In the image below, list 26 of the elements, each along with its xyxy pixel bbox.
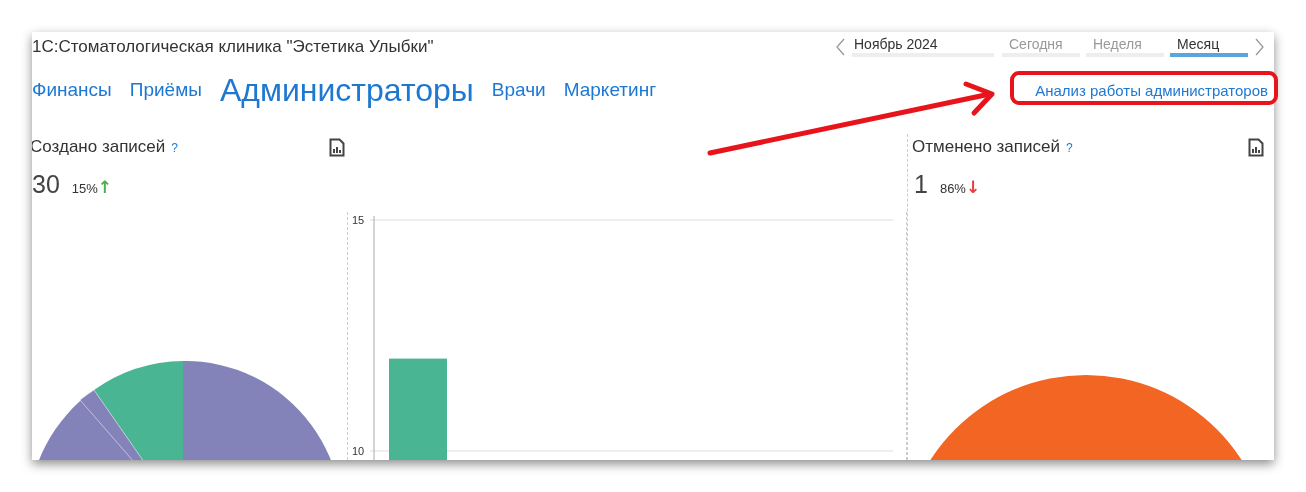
- window-title: 1С:Стоматологическая клиника "Эстетика Улыбки": [32, 36, 434, 57]
- report-icon[interactable]: [329, 137, 345, 157]
- kpi-value: 1: [914, 170, 928, 199]
- next-icon[interactable]: [1254, 37, 1264, 56]
- kpi-value: 30: [32, 170, 60, 199]
- help-link[interactable]: ?: [171, 141, 178, 155]
- report-icon[interactable]: [1248, 137, 1264, 157]
- help-link[interactable]: ?: [1065, 141, 1073, 155]
- period-tab[interactable]: Сегодня: [1002, 36, 1080, 57]
- axis-tick-label: 15: [352, 214, 365, 226]
- period-tab[interactable]: Месяц: [1170, 36, 1248, 57]
- change-percent: 86%: [939, 181, 966, 196]
- trend-arrow: ↑: [97, 177, 113, 197]
- section-tab[interactable]: Маркетинг: [563, 79, 657, 101]
- section-tab[interactable]: Врачи: [491, 79, 546, 101]
- change-percent: 15%: [71, 181, 98, 196]
- report-link[interactable]: Анализ работы администраторов: [1035, 81, 1268, 99]
- axis-tick-label: 10: [352, 445, 365, 457]
- trend-arrow: ↓: [965, 177, 981, 197]
- previous-icon[interactable]: [836, 37, 846, 56]
- section-tab[interactable]: Администраторы: [219, 71, 474, 109]
- period-field[interactable]: Ноябрь 2024: [852, 36, 994, 57]
- section-tab[interactable]: Финансы: [32, 79, 112, 101]
- panel-title: Отменено записей: [912, 137, 1060, 156]
- section-tab[interactable]: Приёмы: [129, 79, 202, 101]
- period-tab[interactable]: Неделя: [1086, 36, 1164, 57]
